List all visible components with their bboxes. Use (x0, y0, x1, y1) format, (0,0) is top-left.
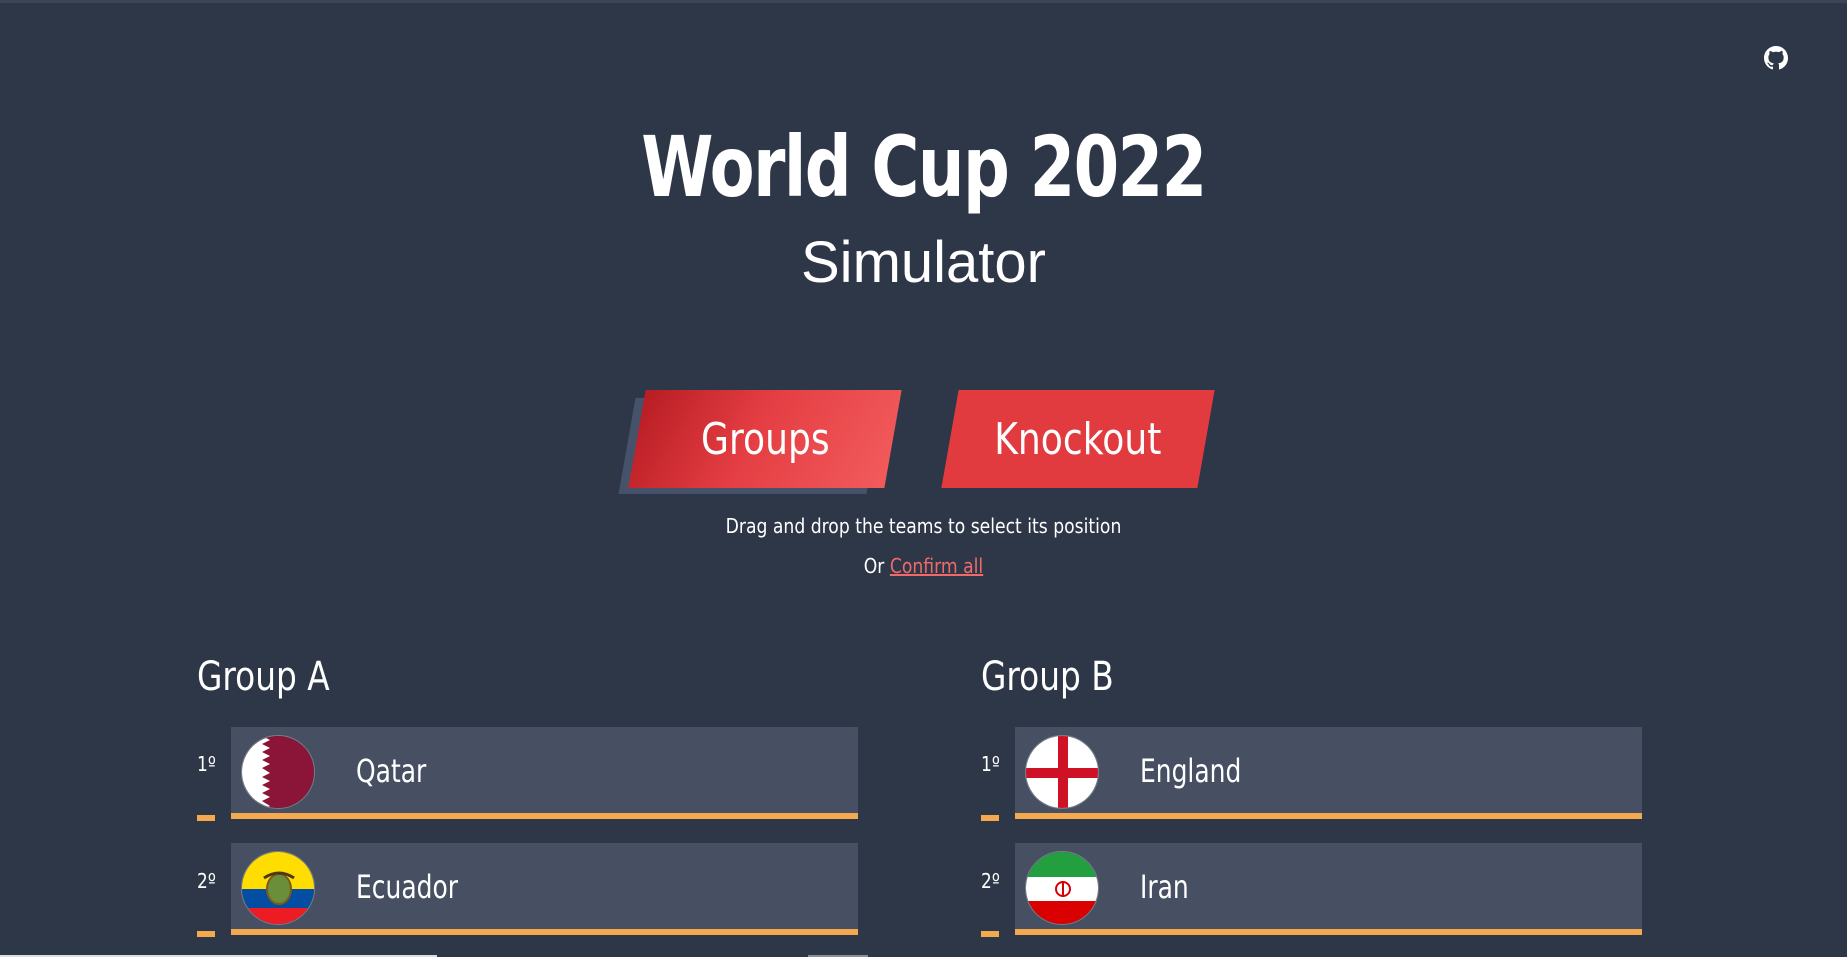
england-flag (1025, 735, 1099, 809)
group-a-rank-2-bar (197, 931, 215, 937)
team-name: England (1140, 752, 1242, 790)
team-card-ecuador[interactable]: Ecuador (231, 843, 858, 935)
group-a-rank-1: 1º (197, 752, 216, 776)
tab-groups[interactable]: Groups (628, 390, 902, 488)
group-b-rank-2-bar (981, 931, 999, 937)
tab-knockout[interactable]: Knockout (941, 390, 1215, 488)
page-subtitle: Simulator (801, 230, 1046, 295)
group-a-rank-2: 2º (197, 869, 216, 893)
top-border (0, 0, 1847, 3)
drag-instructions: Drag and drop the teams to select its po… (725, 514, 1122, 538)
iran-flag (1025, 851, 1099, 925)
page-title: World Cup 2022 (641, 118, 1207, 216)
ecuador-flag (241, 851, 315, 925)
confirm-all-link[interactable]: Confirm all (890, 554, 983, 578)
team-card-qatar[interactable]: Qatar (231, 727, 858, 819)
team-name: Iran (1140, 868, 1189, 906)
qatar-flag (241, 735, 315, 809)
group-a-rank-1-bar (197, 815, 215, 821)
team-card-england[interactable]: England (1015, 727, 1642, 819)
confirm-line: Or Confirm all (129, 552, 1717, 580)
group-b-rank-2: 2º (981, 869, 1000, 893)
team-name: Ecuador (356, 868, 458, 906)
group-b-rank-1: 1º (981, 752, 1000, 776)
tab-groups-label: Groups (700, 413, 830, 465)
team-name: Qatar (356, 752, 427, 790)
group-b-rank-1-bar (981, 815, 999, 821)
group-a-title: Group A (197, 654, 330, 700)
github-icon[interactable] (1764, 46, 1788, 70)
group-b-title: Group B (981, 654, 1114, 700)
tab-knockout-label: Knockout (994, 413, 1162, 465)
or-text: Or (863, 554, 885, 578)
team-card-iran[interactable]: Iran (1015, 843, 1642, 935)
